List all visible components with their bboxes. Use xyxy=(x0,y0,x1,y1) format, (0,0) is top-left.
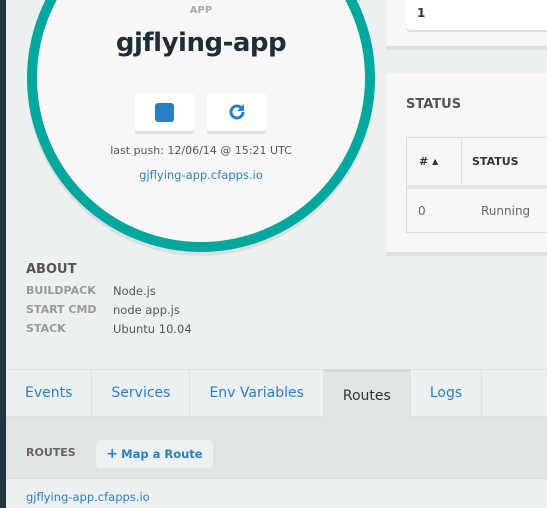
tab-bar: Events Services Env Variables Routes Log… xyxy=(6,369,547,419)
tab-services[interactable]: Services xyxy=(92,370,191,416)
app-name: gjflying-app xyxy=(115,28,287,58)
instances-value[interactable]: 1 xyxy=(406,0,547,30)
routes-title: ROUTES xyxy=(26,446,76,459)
status-table: # ▲ STATUS 0 Running xyxy=(406,137,547,233)
last-push: last push: 12/06/14 @ 15:21 UTC xyxy=(110,144,292,157)
about-section: ABOUT BUILDPACK Node.js START CMD node app… xyxy=(26,262,192,338)
instances-card: 1 xyxy=(386,0,547,50)
tab-env-variables[interactable]: Env Variables xyxy=(190,370,324,416)
routes-header: ROUTES + Map a Route xyxy=(6,419,547,479)
sort-asc-icon: ▲ xyxy=(432,157,439,166)
status-title: STATUS xyxy=(406,97,462,112)
tab-events[interactable]: Events xyxy=(6,370,93,416)
stop-icon xyxy=(155,102,174,122)
app-summary-circle: APP gjflying-app last push: 12/06/14 @ 1… xyxy=(27,0,375,252)
stop-button[interactable] xyxy=(135,93,194,131)
tab-routes[interactable]: Routes xyxy=(323,369,411,419)
restart-button[interactable] xyxy=(207,93,266,131)
app-url-link[interactable]: gjflying-app.cfapps.io xyxy=(139,168,263,182)
about-row: STACK Ubuntu 10.04 xyxy=(26,321,192,336)
col-status-header[interactable]: STATUS xyxy=(462,138,519,185)
restart-icon xyxy=(229,104,244,120)
about-row: BUILDPACK Node.js xyxy=(26,283,156,298)
map-route-button[interactable]: + Map a Route xyxy=(96,440,213,468)
plus-icon: + xyxy=(106,446,119,462)
tab-logs[interactable]: Logs xyxy=(411,370,483,416)
about-row: START CMD node app.js xyxy=(26,302,180,317)
app-label: APP xyxy=(189,5,213,16)
col-index-header[interactable]: # ▲ xyxy=(407,138,462,185)
table-row: 0 Running xyxy=(418,203,531,218)
route-link[interactable]: gjflying-app.cfapps.io xyxy=(26,490,150,504)
about-title: ABOUT xyxy=(26,262,77,277)
